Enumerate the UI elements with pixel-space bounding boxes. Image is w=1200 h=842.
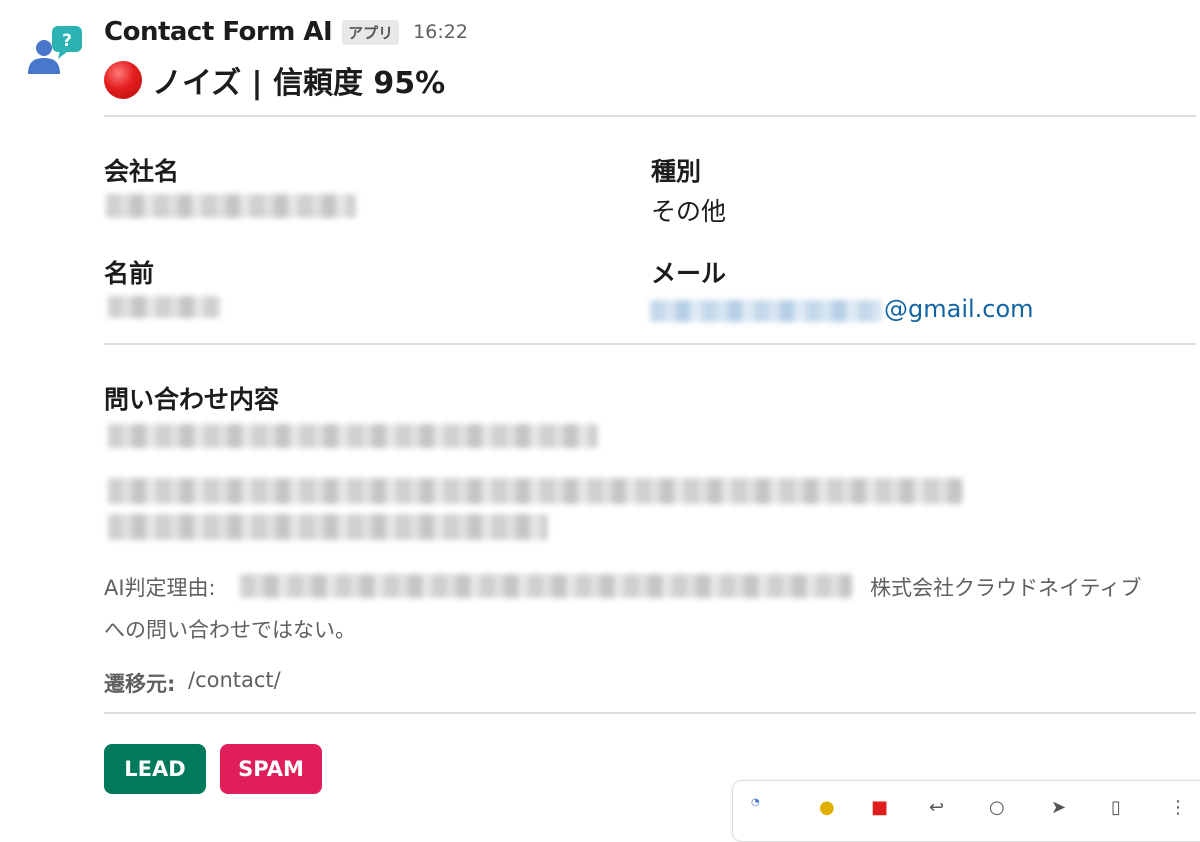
- lead-button[interactable]: LEAD: [104, 744, 206, 794]
- divider: [104, 712, 1196, 714]
- message-actions-toolbar: ◔ ● ■ ↩ ○ ➤ ▯ ⋮: [732, 780, 1200, 842]
- company-value-redacted: [106, 194, 356, 218]
- type-value: その他: [651, 197, 727, 226]
- inquiry-text-redacted: [108, 478, 963, 504]
- app-name[interactable]: Contact Form AI: [104, 17, 333, 47]
- ai-reason-text-2: への問い合わせではない。: [104, 618, 356, 642]
- ai-reason-text-1: 株式会社クラウドネイティブ: [870, 576, 1142, 600]
- name-label: 名前: [104, 259, 155, 288]
- message-header: Contact Form AI アプリ 16:22: [104, 14, 468, 50]
- app-avatar-icon[interactable]: ?: [26, 26, 86, 76]
- divider: [104, 115, 1196, 117]
- app-badge: アプリ: [342, 19, 400, 45]
- inquiry-text-redacted: [108, 424, 598, 448]
- ai-reason-label: AI判定理由:: [104, 576, 216, 600]
- source-value: /contact/: [188, 668, 281, 692]
- inquiry-text-redacted: [108, 514, 548, 540]
- message-timestamp[interactable]: 16:22: [413, 21, 468, 43]
- email-user-redacted: [650, 300, 882, 322]
- red-circle-icon: [104, 61, 142, 99]
- spam-button[interactable]: SPAM: [220, 744, 322, 794]
- type-label: 種別: [651, 157, 702, 186]
- ai-reason-redacted: [240, 574, 852, 598]
- source-label: 遷移元:: [104, 672, 176, 696]
- email-domain-link[interactable]: @gmail.com: [884, 295, 1034, 323]
- svg-text:?: ?: [62, 31, 72, 51]
- inquiry-label: 問い合わせ内容: [104, 385, 280, 414]
- company-label: 会社名: [104, 157, 180, 186]
- message-title: ノイズ | 信頼度 95%: [104, 58, 445, 102]
- name-value-redacted: [108, 296, 220, 318]
- email-label: メール: [651, 259, 727, 288]
- title-text: ノイズ | 信頼度 95%: [152, 66, 446, 101]
- reaction-icon[interactable]: ◔: [751, 797, 760, 808]
- divider: [104, 343, 1196, 345]
